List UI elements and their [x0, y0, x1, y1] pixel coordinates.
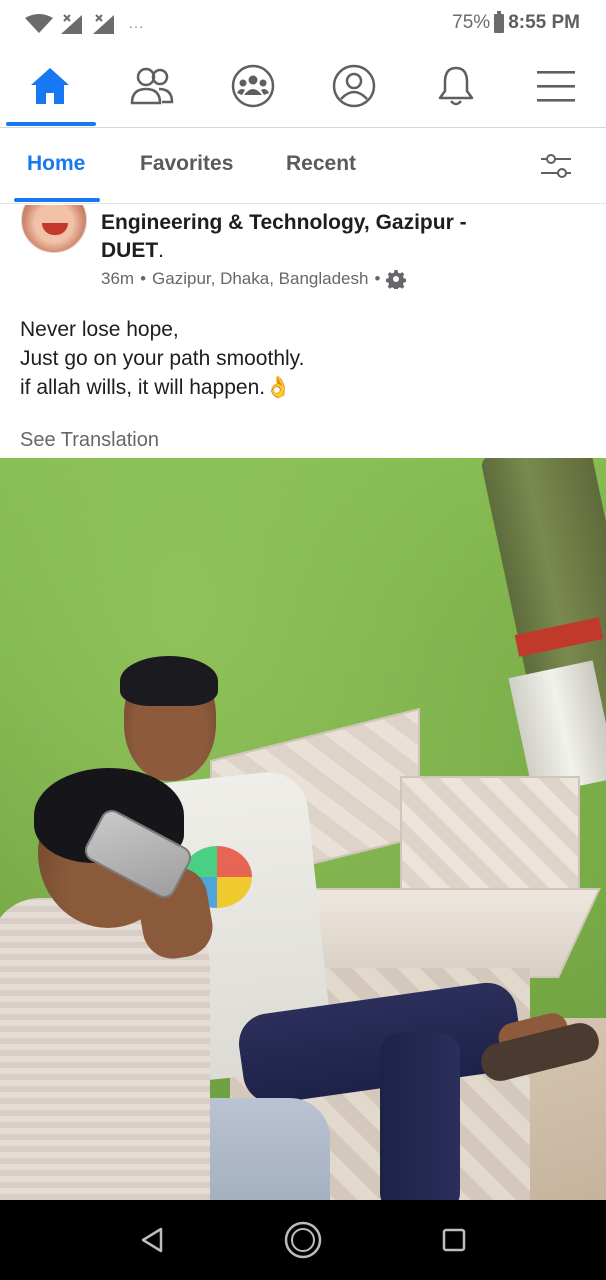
photo-bench-back	[400, 776, 580, 901]
top-nav	[0, 48, 606, 128]
photo-person	[380, 1033, 460, 1200]
post-text-line: Just go on your path smoothly.	[20, 347, 305, 370]
post-text: Never lose hope, Just go on your path sm…	[20, 315, 304, 402]
nav-friends[interactable]	[122, 60, 182, 112]
post-time[interactable]: 36m	[101, 269, 134, 289]
status-bar: … 75% 8:55 PM	[0, 0, 606, 48]
status-right: 75% 8:55 PM	[452, 10, 580, 36]
photo-person	[120, 656, 218, 706]
menu-icon	[537, 71, 575, 102]
avatar-mouth	[42, 223, 68, 235]
recents-button[interactable]	[432, 1218, 476, 1262]
active-tab-indicator	[6, 122, 96, 126]
home-icon	[31, 68, 69, 104]
recents-square-icon	[442, 1228, 466, 1252]
avatar[interactable]	[21, 205, 87, 253]
post-header[interactable]: Engineering & Technology, Gazipur - DUET…	[101, 209, 581, 265]
nav-menu[interactable]	[526, 60, 586, 112]
post-header-line2: DUET	[101, 239, 159, 262]
feed-post: Engineering & Technology, Gazipur - DUET…	[0, 205, 606, 1200]
post-location[interactable]: Gazipur, Dhaka, Bangladesh	[152, 269, 368, 289]
battery-icon	[494, 10, 505, 33]
nav-groups[interactable]	[223, 60, 283, 112]
nav-home[interactable]	[20, 60, 80, 112]
see-translation-link[interactable]: See Translation	[20, 429, 159, 452]
post-header-period: .	[158, 239, 165, 262]
profile-icon	[332, 64, 376, 108]
nav-profile[interactable]	[324, 60, 384, 112]
meta-separator: •	[140, 269, 147, 288]
tab-favorites[interactable]: Favorites	[140, 152, 233, 176]
feed-filter-tabs: Home Favorites Recent	[0, 128, 606, 204]
feed-filter-button[interactable]	[536, 148, 576, 184]
tab-recent[interactable]: Recent	[286, 152, 356, 176]
meta-separator: •	[374, 269, 381, 288]
post-header-line1: Engineering & Technology, Gazipur -	[101, 211, 467, 234]
back-triangle-icon	[141, 1227, 163, 1253]
home-button[interactable]	[281, 1218, 325, 1262]
nav-notifications[interactable]	[426, 60, 486, 112]
post-text-line: if allah wills, it will happen.	[20, 376, 266, 399]
groups-icon	[231, 64, 275, 108]
sliders-icon	[541, 154, 571, 178]
signal-icon	[61, 14, 82, 34]
android-nav-bar	[0, 1200, 606, 1280]
notifications-bell-icon	[438, 66, 474, 106]
back-button[interactable]	[130, 1218, 174, 1262]
more-notifications-indicator: …	[128, 15, 144, 32]
tab-home-underline	[14, 198, 100, 202]
gear-icon[interactable]	[386, 269, 407, 289]
battery-percent: 75%	[452, 12, 491, 33]
tab-home[interactable]: Home	[27, 152, 85, 176]
post-meta: 36m • Gazipur, Dhaka, Bangladesh •	[101, 269, 407, 289]
friends-icon	[130, 67, 174, 105]
post-text-line: Never lose hope,	[20, 318, 179, 341]
status-indicators: …	[24, 12, 144, 36]
clock: 8:55 PM	[508, 12, 580, 33]
ok-hand-emoji: 👌	[265, 376, 292, 399]
signal-icon	[93, 14, 114, 34]
post-photo[interactable]	[0, 458, 606, 1200]
wifi-icon	[25, 14, 53, 33]
home-circle-icon	[284, 1221, 322, 1259]
